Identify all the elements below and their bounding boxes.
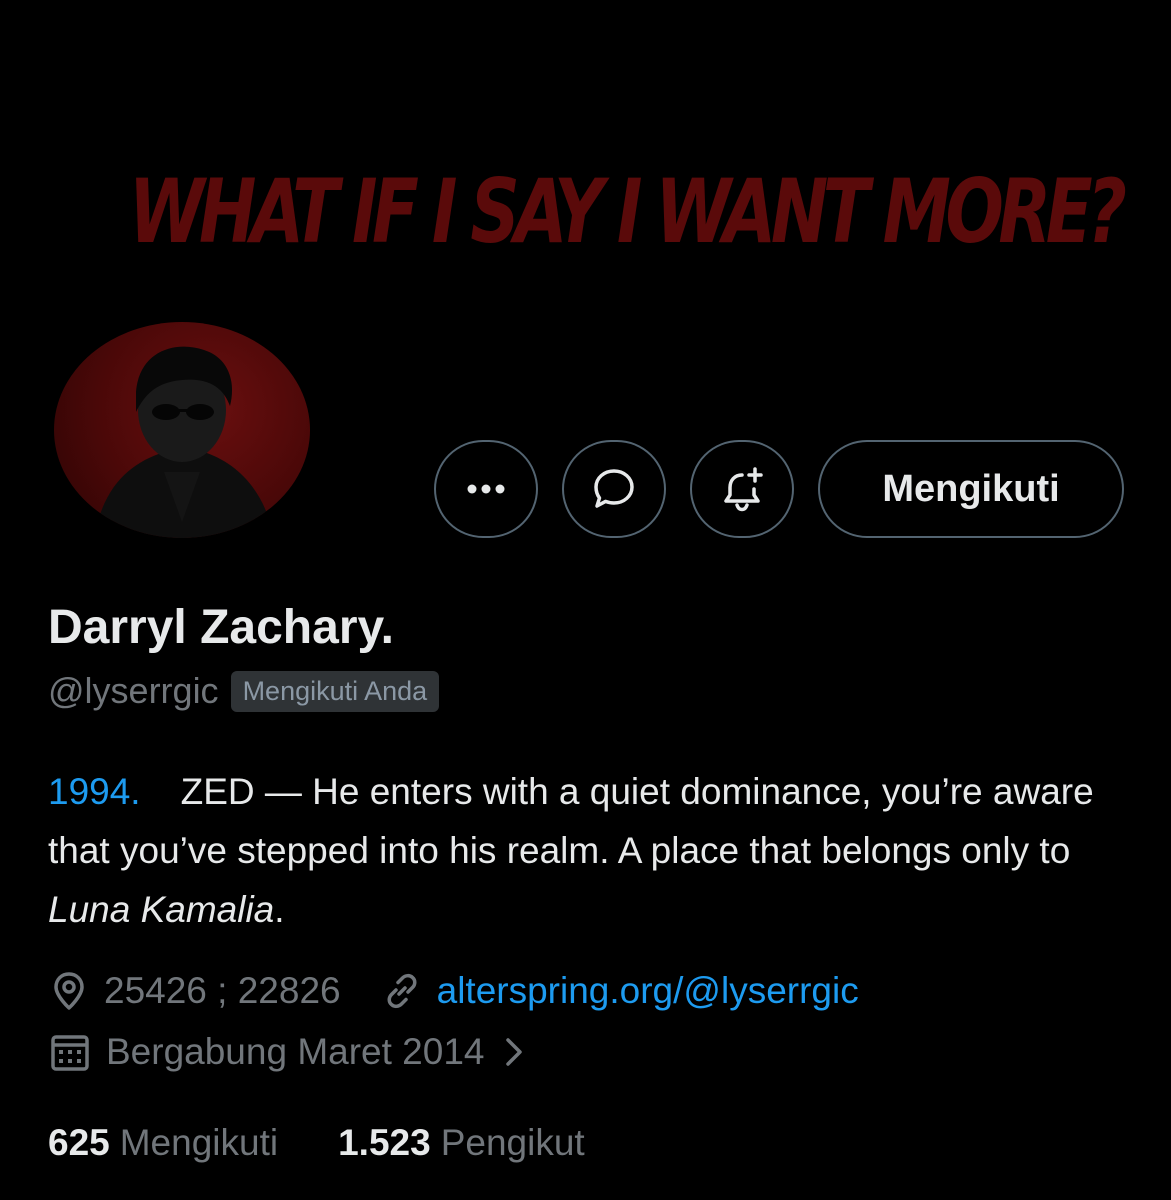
following-stat[interactable]: 625 Mengikuti bbox=[48, 1122, 278, 1164]
bio-italic-name: Luna Kamalia bbox=[48, 889, 275, 930]
more-button[interactable] bbox=[434, 440, 538, 538]
display-name: Darryl Zachary. bbox=[48, 601, 394, 654]
message-button[interactable] bbox=[562, 440, 666, 538]
bell-plus-icon bbox=[724, 467, 763, 512]
more-dots-icon bbox=[467, 484, 505, 494]
chevron-right-icon bbox=[505, 1038, 522, 1066]
followers-count: 1.523 bbox=[338, 1122, 431, 1163]
location-text: 25426 ; 22826 bbox=[104, 970, 341, 1011]
bio-end: . bbox=[274, 889, 285, 930]
calendar-icon bbox=[51, 1035, 89, 1071]
following-label: Mengikuti bbox=[119, 1122, 279, 1163]
profile-banner[interactable]: WHAT IF I SAY I WANT MORE? bbox=[0, 0, 1171, 360]
following-button[interactable]: Mengikuti bbox=[818, 440, 1124, 538]
website-link[interactable]: alterspring.org/@lyserrgic bbox=[437, 970, 859, 1012]
message-icon bbox=[594, 469, 634, 508]
profile-meta: 25426 ; 22826 alterspring.org/@lyserrgic bbox=[48, 970, 859, 1012]
avatar-image bbox=[54, 322, 310, 538]
followers-label: Pengikut bbox=[440, 1122, 585, 1163]
notify-button[interactable] bbox=[690, 440, 794, 538]
joined-row[interactable]: Bergabung Maret 2014 bbox=[48, 1030, 543, 1074]
bio-year-link[interactable]: 1994. bbox=[48, 771, 141, 812]
followers-stat[interactable]: 1.523 Pengikut bbox=[338, 1122, 585, 1164]
avatar[interactable] bbox=[52, 322, 312, 542]
banner-text: WHAT IF I SAY I WANT MORE? bbox=[128, 160, 1127, 263]
username: @lyserrgic bbox=[48, 670, 219, 711]
link-icon bbox=[387, 973, 417, 1009]
bio-text: ZED — He enters with a quiet dominance, … bbox=[48, 771, 1094, 871]
following-count: 625 bbox=[48, 1122, 110, 1163]
location-pin-icon bbox=[54, 972, 84, 1010]
follow-stats: 625 Mengikuti 1.523 Pengikut bbox=[48, 1122, 585, 1164]
handle-row: @lyserrgic Mengikuti Anda bbox=[48, 670, 440, 712]
bio: 1994. ZED — He enters with a quiet domina… bbox=[48, 762, 1108, 939]
follows-you-badge: Mengikuti Anda bbox=[230, 670, 440, 712]
joined-text: Bergabung Maret 2014 bbox=[106, 1031, 485, 1072]
